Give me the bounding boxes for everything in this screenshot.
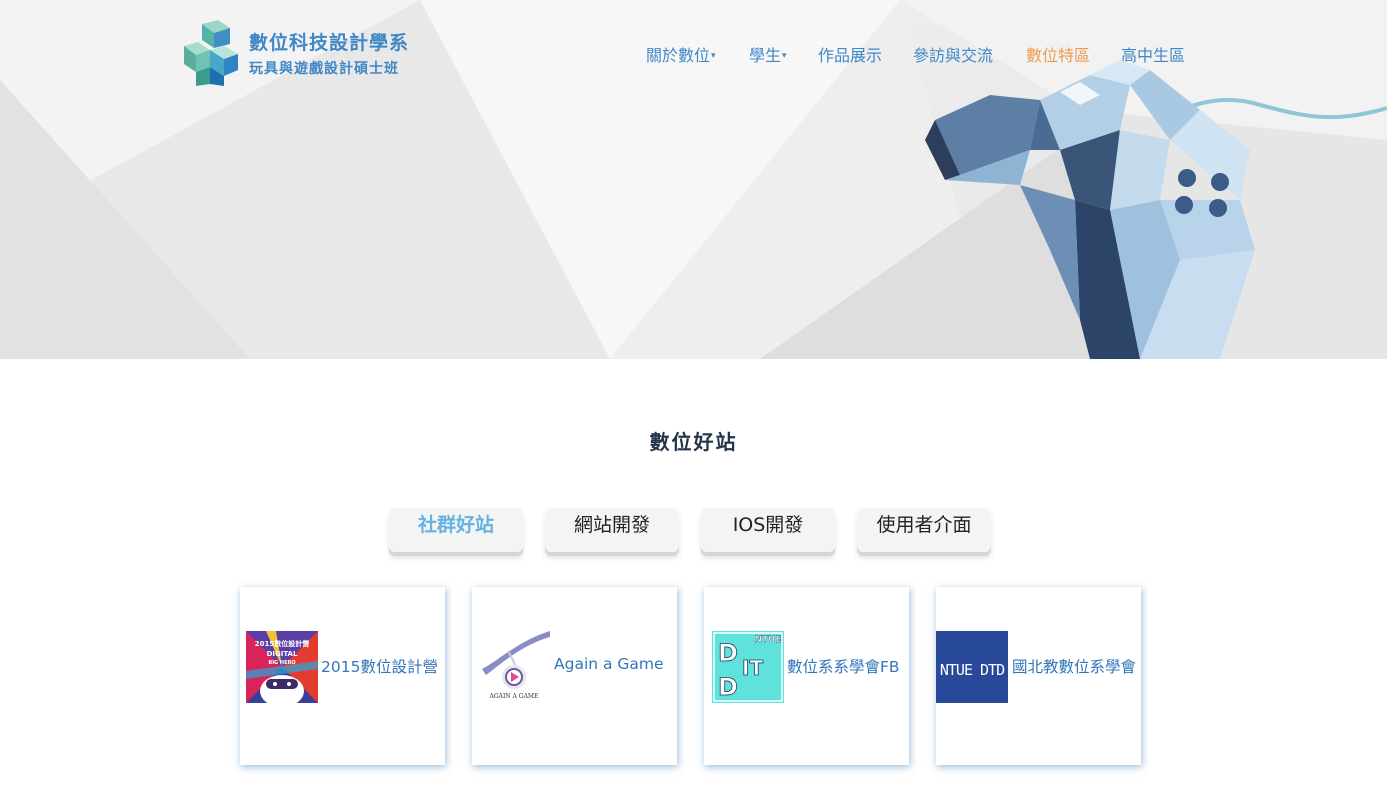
site-subtitle: 玩具與遊戲設計碩士班 [249,61,399,77]
thumb-text: NTUE DTD [940,661,1005,679]
thumb-text: AGAIN A GAME [489,693,539,700]
card-label: Again a Game [554,655,664,673]
tab-social-sites[interactable]: 社群好站 [389,508,523,552]
thumb-text: 2015數位設計營 [255,639,309,648]
site-card-ntue-dtd-association[interactable]: NTUE DTD 國北教數位系學會 [936,587,1141,765]
site-logo[interactable]: 數位科技設計學系 玩具與遊戲設計碩士班 [180,20,420,86]
nav-label: 關於數位 [646,46,711,65]
chevron-down-icon: ▾ [711,51,716,61]
hero-banner: 數位科技設計學系 玩具與遊戲設計碩士班 關於數位▾ 學生▾ 作品展示 參訪與交流… [0,0,1387,359]
nav-item-students[interactable]: 學生▾ [749,42,787,66]
game-controller-illustration [925,60,1387,359]
thumb-text: IT [742,656,763,680]
site-title: 數位科技設計學系 [249,32,410,54]
nav-item-about[interactable]: 關於數位▾ [646,42,716,66]
cube-logo-icon [184,20,238,86]
tab-user-interface[interactable]: 使用者介面 [857,508,991,552]
section-title: 數位好站 [649,430,738,454]
thumb-text: DIGITAL [267,650,298,658]
tab-web-development[interactable]: 網站開發 [545,508,679,552]
ntue-dtd-thumbnail: NTUE DTD [936,631,1008,703]
tab-ios-development[interactable]: IOS開發 [701,508,835,552]
card-label: 2015數位設計營 [321,658,438,676]
nav-label: 學生 [749,46,782,65]
again-a-game-thumbnail: AGAIN A GAME [478,631,550,703]
thumb-text: NTUE [754,635,781,645]
site-card-digital-camp[interactable]: 2015數位設計營 DIGITAL BIG HERO 2015數位設計營 [240,587,445,765]
site-card-student-association-fb[interactable]: NTUE D IT D 數位系系學會FB [704,587,909,765]
chevron-down-icon: ▾ [782,51,787,61]
site-card-again-a-game[interactable]: AGAIN A GAME Again a Game [472,587,677,765]
card-label: 數位系系學會FB [787,658,900,676]
student-association-fb-thumbnail: NTUE D IT D [712,631,784,703]
thumb-text: D [718,673,738,701]
nav-item-works[interactable]: 作品展示 [818,42,882,66]
card-label: 國北教數位系學會 [1012,658,1137,676]
thumb-text: BIG HERO [268,660,295,666]
digital-camp-thumbnail: 2015數位設計營 DIGITAL BIG HERO [246,631,318,703]
thumb-text: D [718,639,738,667]
